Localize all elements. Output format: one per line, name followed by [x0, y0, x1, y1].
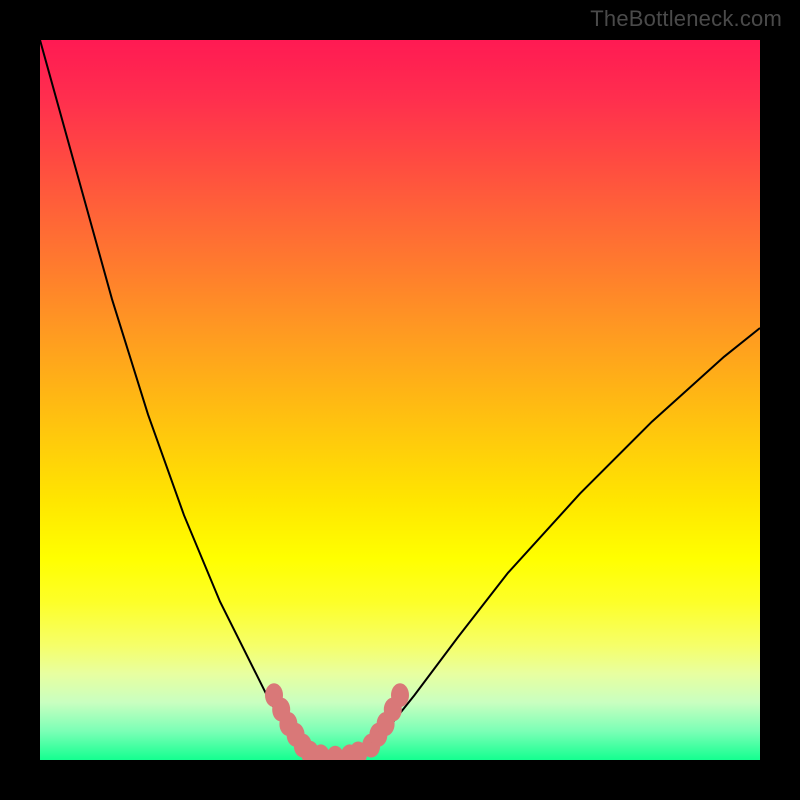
chart-plot-area [40, 40, 760, 760]
watermark-text: TheBottleneck.com [590, 6, 782, 32]
valley-marker [391, 683, 409, 707]
chart-svg [40, 40, 760, 760]
bottleneck-curve [40, 40, 760, 758]
valley-marker-group [265, 683, 409, 760]
